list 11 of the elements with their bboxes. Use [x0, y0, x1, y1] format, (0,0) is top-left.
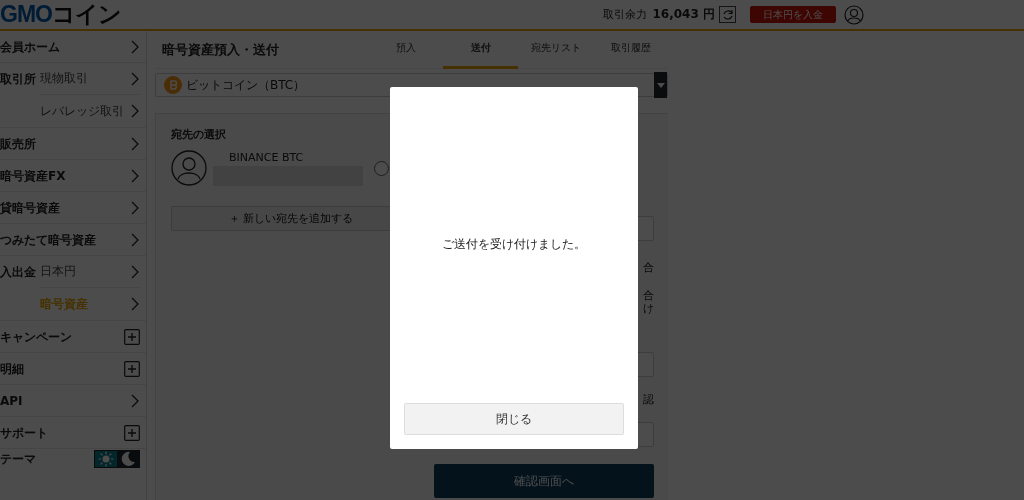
sidebar-item[interactable]: テーマ [0, 450, 36, 468]
modal-message: ご送付を受け付けました。 [442, 236, 586, 253]
balance-value: 16,043 円 [652, 6, 715, 23]
form-text: 合 [642, 289, 654, 302]
destination-name: BINANCE BTC [229, 150, 305, 164]
section-heading: 宛先の選択 [171, 127, 227, 142]
sidebar-subitem[interactable]: 暗号資産 [40, 295, 88, 313]
page-title: 暗号資産預入・送付 [161, 40, 280, 59]
close-button[interactable]: 閉じる [404, 403, 624, 435]
form-text: 合 [642, 261, 654, 274]
logo: GMOコイン [0, 0, 121, 29]
